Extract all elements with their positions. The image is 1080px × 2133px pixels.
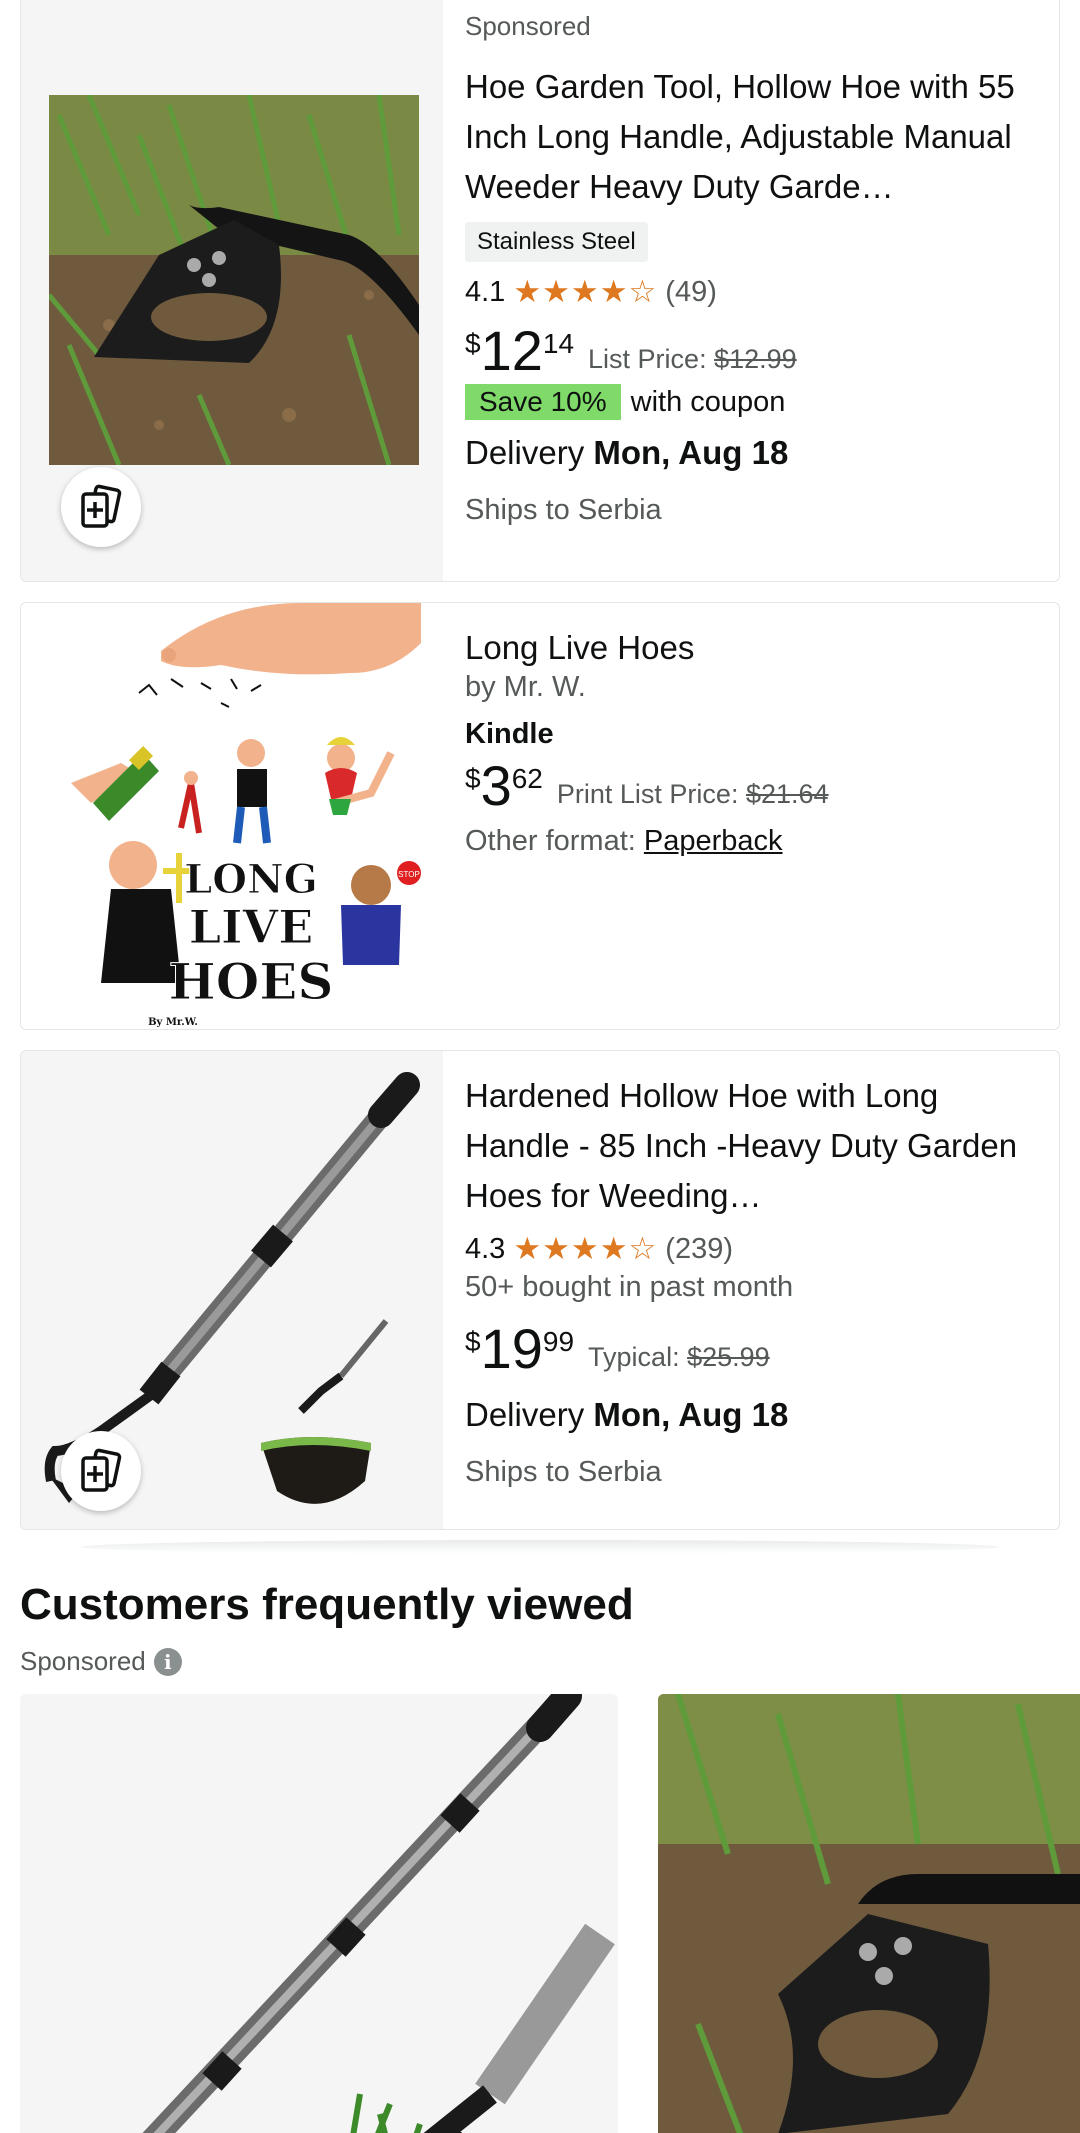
delivery-info: Delivery Mon, Aug 18 [465, 1396, 1043, 1434]
ships-to: Ships to Serbia [465, 494, 662, 526]
book-cover-pane[interactable]: STOP LONG LIVE HOES By Mr.W. [21, 603, 443, 1029]
price-row: $ 19 99 Typical: $25.99 [465, 1320, 1043, 1378]
section-sponsored[interactable]: Sponsored i [20, 1646, 182, 1677]
price: $ 12 14 [465, 322, 574, 380]
print-list-price: Print List Price: $21.64 [557, 779, 829, 810]
list-price-value: $25.99 [687, 1342, 770, 1372]
section-divider [80, 1540, 1000, 1554]
rating-row[interactable]: 4.1 ★★★★☆ (49) [465, 274, 1043, 310]
star-rating-icon: ★★★★☆ [513, 1231, 658, 1266]
star-rating-icon: ★★★★☆ [513, 274, 658, 309]
sponsored-label[interactable]: Sponsored [465, 11, 1043, 42]
product-info: Hardened Hollow Hoe with Long Handle - 8… [465, 1051, 1043, 1489]
hoe-closeup-image [658, 1694, 1080, 2133]
add-to-list-icon [81, 1448, 122, 1492]
section-title: Customers frequently viewed [20, 1580, 634, 1629]
delivery-label: Delivery [465, 434, 585, 471]
product-title[interactable]: Hardened Hollow Hoe with Long Handle - 8… [465, 1071, 1043, 1221]
price: $ 3 62 [465, 757, 543, 815]
price-fraction: 99 [542, 1326, 575, 1357]
cover-line-3: HOES [168, 952, 333, 1011]
result-card-2[interactable]: STOP LONG LIVE HOES By Mr.W. Long Live H… [20, 602, 1060, 1030]
price-symbol: $ [465, 763, 481, 794]
book-format[interactable]: Kindle [465, 718, 1043, 751]
price: $ 19 99 [465, 1320, 574, 1378]
cover-byline: By Mr.W. [148, 1017, 198, 1028]
carousel-item-2[interactable] [658, 1694, 1080, 2133]
add-to-list-button[interactable] [61, 1431, 141, 1511]
product-image-pane[interactable] [21, 0, 443, 581]
add-to-list-button[interactable] [61, 467, 141, 547]
search-results-page: Sponsored Hoe Garden Tool, Hollow Hoe wi… [0, 0, 1080, 2133]
price-whole: 19 [480, 1317, 543, 1380]
book-author[interactable]: by Mr. W. [465, 671, 1043, 704]
price-fraction: 62 [511, 763, 543, 794]
price-row: $ 12 14 List Price: $12.99 [465, 322, 1043, 380]
typical-price: Typical: $25.99 [588, 1342, 770, 1373]
coupon-text: with coupon [630, 385, 786, 418]
product-title[interactable]: Hoe Garden Tool, Hollow Hoe with 55 Inch… [465, 62, 1043, 212]
cover-line-2: LIVE [189, 900, 314, 954]
book-cover-image[interactable]: STOP LONG LIVE HOES By Mr.W. [51, 603, 421, 1030]
list-price-value: $21.64 [745, 779, 829, 809]
price-symbol: $ [465, 328, 481, 359]
add-to-list-icon [81, 484, 122, 528]
delivery-date: Mon, Aug 18 [593, 434, 789, 471]
paperback-link[interactable]: Paperback [644, 825, 783, 857]
ships-to: Ships to Serbia [465, 1456, 662, 1488]
result-card-1[interactable]: Sponsored Hoe Garden Tool, Hollow Hoe wi… [20, 0, 1060, 582]
product-info: Sponsored Hoe Garden Tool, Hollow Hoe wi… [465, 0, 1043, 527]
delivery-info: Delivery Mon, Aug 18 [465, 434, 1043, 472]
rating-row[interactable]: 4.3 ★★★★☆ (239) [465, 1231, 1043, 1267]
result-card-3[interactable]: Hardened Hollow Hoe with Long Handle - 8… [20, 1050, 1060, 1530]
list-price-label: Typical: [588, 1342, 680, 1372]
price-row: $ 3 62 Print List Price: $21.64 [465, 757, 1043, 815]
rating-value: 4.3 [465, 1232, 506, 1265]
rating-value: 4.1 [465, 275, 506, 308]
hoe-product-image[interactable] [49, 95, 419, 465]
list-price-value: $12.99 [714, 344, 797, 374]
coupon-row[interactable]: Save 10% with coupon [465, 384, 1043, 420]
product-info: Long Live Hoes by Mr. W. Kindle $ 3 62 P… [465, 603, 1043, 858]
price-fraction: 14 [542, 328, 575, 359]
product-image-pane[interactable] [21, 1051, 443, 1529]
delivery-label: Delivery [465, 1396, 585, 1433]
list-price: List Price: $12.99 [588, 344, 797, 375]
other-format-label: Other format: [465, 825, 636, 857]
list-price-label: Print List Price: [556, 779, 739, 809]
info-icon[interactable]: i [153, 1647, 182, 1676]
material-badge: Stainless Steel [465, 222, 648, 262]
price-symbol: $ [465, 1326, 481, 1357]
list-price-label: List Price: [588, 344, 707, 374]
rating-count: (239) [665, 1232, 733, 1265]
book-title[interactable]: Long Live Hoes [465, 623, 1043, 673]
rating-count: (49) [665, 275, 717, 308]
price-whole: 12 [480, 319, 543, 382]
price-whole: 3 [480, 754, 512, 817]
stop-sign-text: STOP [398, 870, 420, 879]
delivery-date: Mon, Aug 18 [593, 1396, 789, 1433]
bought-count: 50+ bought in past month [465, 1271, 794, 1303]
carousel-item-1[interactable] [20, 1694, 618, 2133]
cover-line-1: LONG [184, 856, 318, 903]
other-format: Other format: Paperback [465, 825, 1043, 858]
telescopic-hoe-image [142, 1694, 615, 2133]
coupon-badge[interactable]: Save 10% [465, 384, 621, 420]
section-sponsored-label: Sponsored [20, 1646, 146, 1676]
